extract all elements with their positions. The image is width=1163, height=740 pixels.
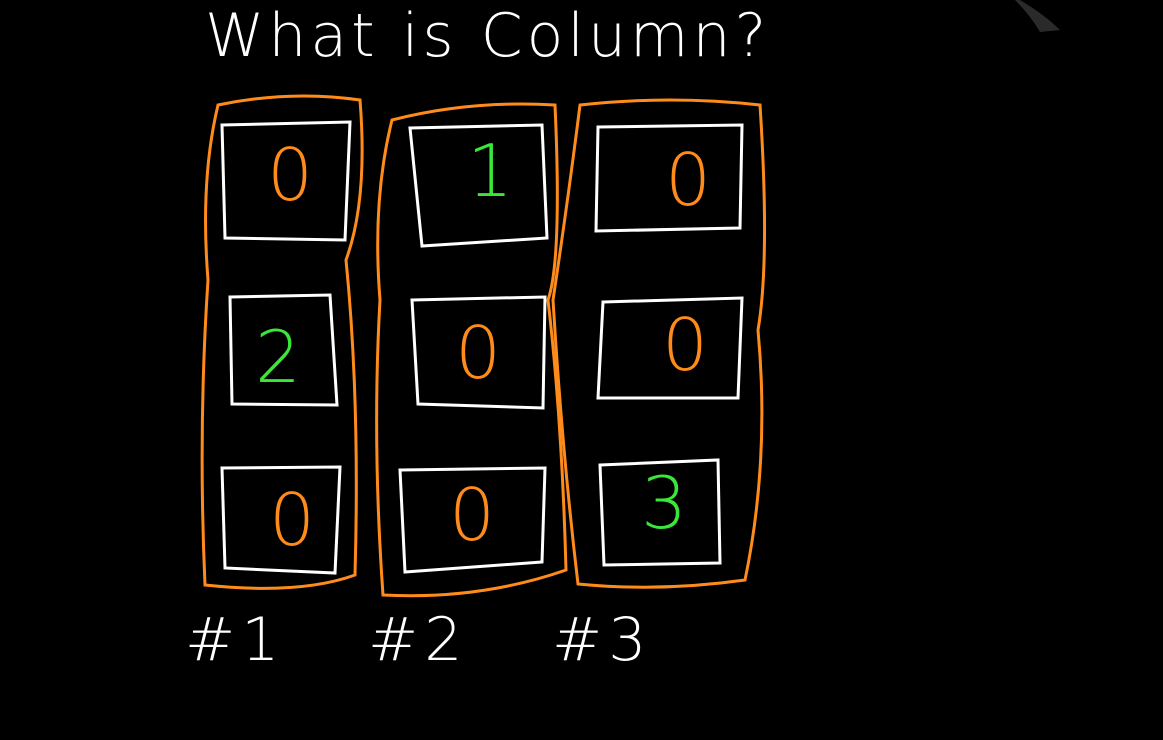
- cell-value-c2-r2: 0: [455, 311, 501, 395]
- cell-value-c3-r1: 0: [665, 138, 711, 222]
- column-diagram: 0 2 0 1 0 0 0 0 3: [200, 0, 1060, 598]
- corner-arc: [1015, 0, 1060, 32]
- cell-value-c2-r3: 0: [449, 473, 495, 557]
- cell-value-c1-r1: 0: [267, 133, 313, 217]
- cell-value-c1-r3: 0: [269, 478, 315, 562]
- cell-value-c3-r3: 3: [641, 461, 687, 545]
- cell-value-c1-r2: 2: [255, 315, 301, 399]
- cell-value-c3-r2: 0: [662, 303, 708, 387]
- cell-value-c2-r1: 1: [467, 129, 513, 213]
